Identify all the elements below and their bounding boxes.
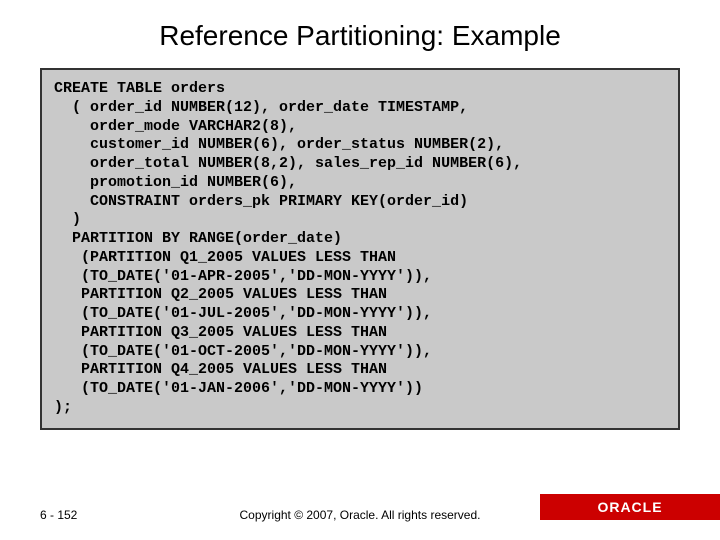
slide-title: Reference Partitioning: Example [0, 0, 720, 68]
sql-code-block: CREATE TABLE orders ( order_id NUMBER(12… [40, 68, 680, 430]
brand-bar: ORACLE [540, 494, 720, 520]
oracle-logo: ORACLE [597, 499, 662, 515]
footer: 6 - 152 Copyright © 2007, Oracle. All ri… [0, 500, 720, 540]
slide-container: Reference Partitioning: Example CREATE T… [0, 0, 720, 540]
